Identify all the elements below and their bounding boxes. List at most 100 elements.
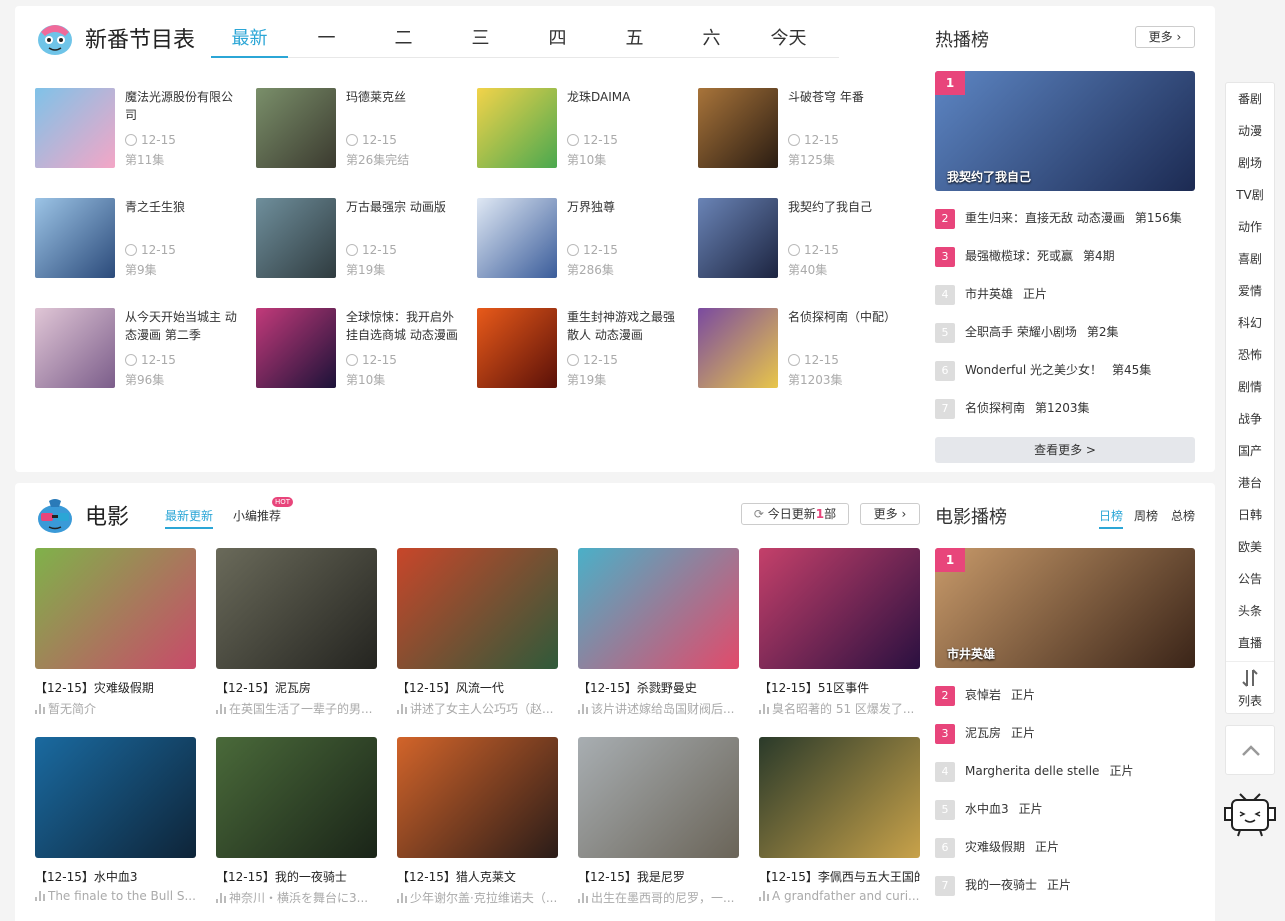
movie-poster[interactable] xyxy=(578,548,739,669)
anime-card[interactable]: 万界独尊 12-15 第286集 xyxy=(477,198,692,278)
rank-row[interactable]: 2 哀悼岩 正片 xyxy=(935,685,1195,706)
movie-poster[interactable] xyxy=(397,548,558,669)
anime-card[interactable]: 重生封神游戏之最强散人 动态漫画 12-15 第19集 xyxy=(477,308,692,388)
movie-poster[interactable] xyxy=(759,737,920,858)
rank-row[interactable]: 7 我的一夜骑士 正片 xyxy=(935,875,1195,896)
side-nav-item[interactable]: 科幻 xyxy=(1226,307,1274,339)
anime-title[interactable]: 龙珠DAIMA xyxy=(567,88,685,106)
movie-card[interactable]: 【12-15】李佩西与五大王国的 A grandfather and curi..… xyxy=(759,737,920,903)
movie-title[interactable]: 【12-15】水中血3 xyxy=(35,868,196,885)
anime-title[interactable]: 魔法光源股份有限公司 xyxy=(125,88,243,124)
side-nav-item[interactable]: 港台 xyxy=(1226,467,1274,499)
rank-title[interactable]: 市井英雄 xyxy=(965,287,1013,301)
movie-poster[interactable] xyxy=(35,737,196,858)
movie-hero-card[interactable]: 1 市井英雄 xyxy=(935,548,1195,668)
movie-title[interactable]: 【12-15】泥瓦房 xyxy=(216,679,377,696)
rank-row[interactable]: 3 泥瓦房 正片 xyxy=(935,723,1195,744)
rank-row[interactable]: 5 全职高手 荣耀小剧场 第2集 xyxy=(935,322,1195,343)
side-nav-item[interactable]: 恐怖 xyxy=(1226,339,1274,371)
side-nav-item[interactable]: 日韩 xyxy=(1226,499,1274,531)
anime-thumbnail[interactable] xyxy=(477,88,557,168)
side-nav-item[interactable]: 战争 xyxy=(1226,403,1274,435)
side-nav-item[interactable]: 剧情 xyxy=(1226,371,1274,403)
anime-thumbnail[interactable] xyxy=(35,308,115,388)
tab-weekly[interactable]: 周榜 xyxy=(1134,507,1158,524)
today-update-button[interactable]: ⟳ 今日更新1部 xyxy=(741,503,849,525)
anime-title[interactable]: 全球惊悚：我开启外挂自选商城 动态漫画 xyxy=(346,308,464,344)
list-toggle-button[interactable]: 列表 xyxy=(1226,661,1274,713)
hot-hero-card[interactable]: 1 我契约了我自己 xyxy=(935,71,1195,191)
movie-title[interactable]: 【12-15】杀戮野曼史 xyxy=(578,679,739,696)
movie-card[interactable]: 【12-15】泥瓦房 在英国生活了一辈子的男... xyxy=(216,548,377,717)
side-nav-item[interactable]: 国产 xyxy=(1226,435,1274,467)
tab-latest-update[interactable]: 最新更新 xyxy=(165,507,214,529)
movie-poster[interactable] xyxy=(216,548,377,669)
anime-card[interactable]: 全球惊悚：我开启外挂自选商城 动态漫画 12-15 第10集 xyxy=(256,308,471,388)
rank-title[interactable]: Margherita delle stelle xyxy=(965,764,1099,778)
anime-thumbnail[interactable] xyxy=(256,198,336,278)
movie-title[interactable]: 【12-15】我是尼罗 xyxy=(578,868,739,885)
movie-title[interactable]: 【12-15】猎人克莱文 xyxy=(397,868,558,885)
movie-more-button[interactable]: 更多 › xyxy=(860,503,920,525)
movie-poster[interactable] xyxy=(759,548,920,669)
rank-row[interactable]: 6 灾难级假期 正片 xyxy=(935,837,1195,858)
tab-total[interactable]: 总榜 xyxy=(1171,507,1195,524)
side-nav-item[interactable]: TV剧 xyxy=(1226,179,1274,211)
side-nav-item[interactable]: 喜剧 xyxy=(1226,243,1274,275)
side-nav-item[interactable]: 头条 xyxy=(1226,595,1274,627)
tab-editor-picks[interactable]: 小编推荐 xyxy=(233,507,281,524)
tab-monday[interactable]: 一 xyxy=(288,24,365,58)
anime-thumbnail[interactable] xyxy=(477,308,557,388)
tab-latest[interactable]: 最新 xyxy=(211,24,288,58)
movie-title[interactable]: 【12-15】51区事件 xyxy=(759,679,920,696)
movie-title[interactable]: 【12-15】我的一夜骑士 xyxy=(216,868,377,885)
anime-card[interactable]: 名侦探柯南（中配） 12-15 第1203集 xyxy=(698,308,913,388)
tab-today[interactable]: 今天 xyxy=(750,24,827,58)
anime-card[interactable]: 斗破苍穹 年番 12-15 第125集 xyxy=(698,88,913,168)
anime-title[interactable]: 万古最强宗 动画版 xyxy=(346,198,464,216)
side-nav-item[interactable]: 公告 xyxy=(1226,563,1274,595)
movie-card[interactable]: 【12-15】灾难级假期 暂无简介 xyxy=(35,548,196,717)
back-to-top-button[interactable] xyxy=(1225,725,1275,775)
tab-friday[interactable]: 五 xyxy=(596,24,673,58)
anime-card[interactable]: 万古最强宗 动画版 12-15 第19集 xyxy=(256,198,471,278)
movie-title[interactable]: 【12-15】风流一代 xyxy=(397,679,558,696)
movie-poster[interactable] xyxy=(216,737,377,858)
movie-card[interactable]: 【12-15】猎人克莱文 少年谢尔盖·克拉维诺夫（... xyxy=(397,737,558,906)
anime-card[interactable]: 我契约了我自己 12-15 第40集 xyxy=(698,198,913,278)
rank-title[interactable]: 重生归来：直接无敌 动态漫画 xyxy=(965,211,1125,225)
rank-title[interactable]: 泥瓦房 xyxy=(965,726,1001,740)
side-nav-item[interactable]: 欧美 xyxy=(1226,531,1274,563)
anime-card[interactable]: 青之壬生狼 12-15 第9集 xyxy=(35,198,250,278)
anime-thumbnail[interactable] xyxy=(477,198,557,278)
rank-title[interactable]: 名侦探柯南 xyxy=(965,401,1025,415)
movie-card[interactable]: 【12-15】51区事件 臭名昭著的 51 区爆发了... xyxy=(759,548,920,717)
movie-poster[interactable] xyxy=(397,737,558,858)
tab-tuesday[interactable]: 二 xyxy=(365,24,442,58)
anime-card[interactable]: 从今天开始当城主 动态漫画 第二季 12-15 第96集 xyxy=(35,308,250,388)
anime-title[interactable]: 玛德莱克丝 xyxy=(346,88,464,106)
rank-title[interactable]: 哀悼岩 xyxy=(965,688,1001,702)
rank-row[interactable]: 3 最强橄榄球：死或赢 第4期 xyxy=(935,246,1195,267)
anime-thumbnail[interactable] xyxy=(698,88,778,168)
anime-thumbnail[interactable] xyxy=(256,88,336,168)
side-nav-item[interactable]: 剧场 xyxy=(1226,147,1274,179)
side-nav-item[interactable]: 番剧 xyxy=(1226,83,1274,115)
movie-title[interactable]: 【12-15】李佩西与五大王国的 xyxy=(759,868,920,885)
rank-row[interactable]: 7 名侦探柯南 第1203集 xyxy=(935,398,1195,419)
movie-poster[interactable] xyxy=(35,548,196,669)
rank-title[interactable]: 全职高手 荣耀小剧场 xyxy=(965,325,1077,339)
anime-title[interactable]: 从今天开始当城主 动态漫画 第二季 xyxy=(125,308,243,344)
rank-row[interactable]: 6 Wonderful 光之美少女！ 第45集 xyxy=(935,360,1195,381)
movie-card[interactable]: 【12-15】风流一代 讲述了女主人公巧巧（赵... xyxy=(397,548,558,717)
movie-title[interactable]: 【12-15】灾难级假期 xyxy=(35,679,196,696)
anime-title[interactable]: 万界独尊 xyxy=(567,198,685,216)
anime-thumbnail[interactable] xyxy=(256,308,336,388)
side-nav-item[interactable]: 爱情 xyxy=(1226,275,1274,307)
tab-wednesday[interactable]: 三 xyxy=(442,24,519,58)
rank-row[interactable]: 5 水中血3 正片 xyxy=(935,799,1195,820)
anime-card[interactable]: 魔法光源股份有限公司 12-15 第11集 xyxy=(35,88,250,168)
side-nav-item[interactable]: 动作 xyxy=(1226,211,1274,243)
rank-row[interactable]: 4 市井英雄 正片 xyxy=(935,284,1195,305)
anime-title[interactable]: 名侦探柯南（中配） xyxy=(788,308,906,326)
